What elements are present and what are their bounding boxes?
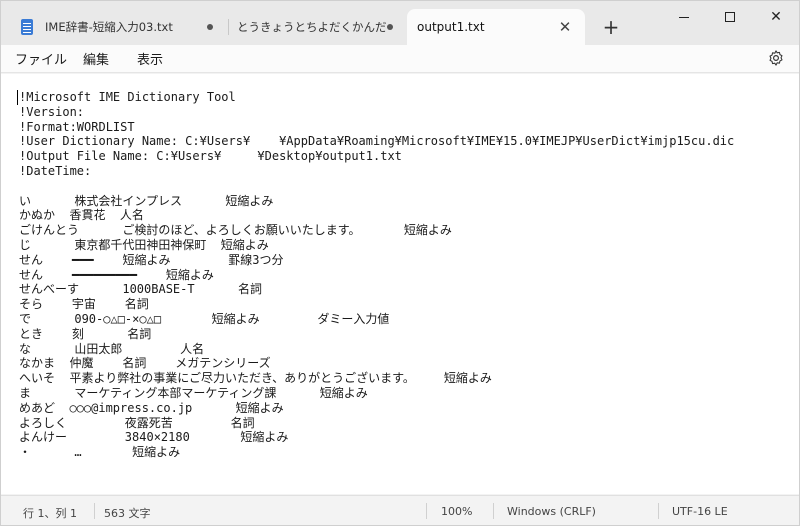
tab-label: IME辞書-短縮入力03.txt xyxy=(45,20,173,34)
status-separator xyxy=(94,503,95,519)
unsaved-dot-icon xyxy=(387,24,393,30)
status-bar: 行 1、列 1 563 文字 100% Windows (CRLF) UTF-1… xyxy=(1,495,799,525)
minimize-button[interactable] xyxy=(661,1,707,33)
character-count: 563 文字 xyxy=(104,507,151,520)
text-line: !Version: xyxy=(19,104,85,119)
status-separator xyxy=(658,503,659,519)
notepad-icon xyxy=(21,19,33,35)
text-editor[interactable]: !Microsoft IME Dictionary Tool !Version:!… xyxy=(1,74,799,494)
text-line: ごけんとう ご検討のほど、よろしくお願いいたします。 短縮よみ xyxy=(19,223,452,238)
maximize-button[interactable] xyxy=(707,1,753,33)
settings-gear-icon[interactable] xyxy=(767,49,785,67)
text-line: とき 刻 名詞 xyxy=(19,326,152,341)
new-tab-button[interactable]: + xyxy=(597,13,625,41)
text-line: !Microsoft IME Dictionary Tool xyxy=(19,90,236,104)
text-line: せん ━━━━━━━━━ 短縮よみ xyxy=(19,267,214,282)
text-line xyxy=(19,179,734,194)
encoding[interactable]: UTF-16 LE xyxy=(672,505,728,518)
cursor-position: 行 1、列 1 xyxy=(23,507,77,520)
text-line: じ 東京都千代田神田神保町 短縮よみ xyxy=(19,237,269,252)
text-line: なかま 仲魔 名詞 メガテンシリーズ xyxy=(19,356,271,371)
line-ending[interactable]: Windows (CRLF) xyxy=(507,505,596,518)
status-separator xyxy=(493,503,494,519)
text-line: めあど ○○○@impress.co.jp 短縮よみ xyxy=(19,400,284,415)
tab-label: output1.txt xyxy=(417,20,485,34)
menu-bar: ファイル 編集 表示 xyxy=(1,45,799,73)
text-line: !Output File Name: C:¥Users¥ ¥Desktop¥ou… xyxy=(19,149,402,164)
menu-view[interactable]: 表示 xyxy=(137,49,163,68)
text-line: ま マーケティング本部マーケティング課 短縮よみ xyxy=(19,385,368,400)
text-line: よんけー 3840×2180 短縮よみ xyxy=(19,430,289,445)
editor-content: !Microsoft IME Dictionary Tool !Version:!… xyxy=(19,90,734,460)
menu-file[interactable]: ファイル xyxy=(15,49,67,68)
text-line: !Format:WORDLIST xyxy=(19,119,135,134)
title-bar: IME辞書-短縮入力03.txt とうきょうとちよだくかんだじんぼ output… xyxy=(1,1,799,45)
text-line: せん ━━━ 短縮よみ 罫線3つ分 xyxy=(19,252,284,267)
text-line: な 山田太郎 人名 xyxy=(19,341,205,356)
tab-tokyo[interactable]: とうきょうとちよだくかんだじんぼ xyxy=(229,9,407,45)
text-line: そら 宇宙 名詞 xyxy=(19,297,149,312)
text-line: かぬか 香貫花 人名 xyxy=(19,208,144,223)
minimize-icon xyxy=(679,16,689,18)
text-line: へいそ 平素より弊社の事業にご尽力いただき、ありがとうございます。 短縮よみ xyxy=(19,371,492,386)
text-line: い 株式会社インプレス 短縮よみ xyxy=(19,193,274,208)
text-line: よろしく 夜露死苦 名詞 xyxy=(19,415,255,430)
text-line: せんべーす 1000BASE-T 名詞 xyxy=(19,282,262,297)
tab-output1[interactable]: output1.txt ✕ xyxy=(407,9,585,45)
text-line: で 090-○△□-×○△□ 短縮よみ ダミー入力値 xyxy=(19,311,390,326)
notepad-window: IME辞書-短縮入力03.txt とうきょうとちよだくかんだじんぼ output… xyxy=(0,0,800,526)
close-window-button[interactable]: ✕ xyxy=(753,1,799,33)
tab-label: とうきょうとちよだくかんだじんぼ xyxy=(237,20,387,34)
text-line: !DateTime: xyxy=(19,163,92,178)
maximize-icon xyxy=(725,12,735,22)
menu-edit[interactable]: 編集 xyxy=(83,49,109,68)
text-line: !User Dictionary Name: C:¥Users¥ ¥AppDat… xyxy=(19,134,735,149)
text-line: ・ … 短縮よみ xyxy=(19,445,181,460)
text-caret xyxy=(17,90,18,105)
status-separator xyxy=(426,503,427,519)
zoom-level[interactable]: 100% xyxy=(441,505,472,518)
tab-ime-dictionary[interactable]: IME辞書-短縮入力03.txt xyxy=(9,9,227,45)
unsaved-dot-icon xyxy=(207,24,213,30)
tab-close-icon[interactable]: ✕ xyxy=(555,17,575,37)
